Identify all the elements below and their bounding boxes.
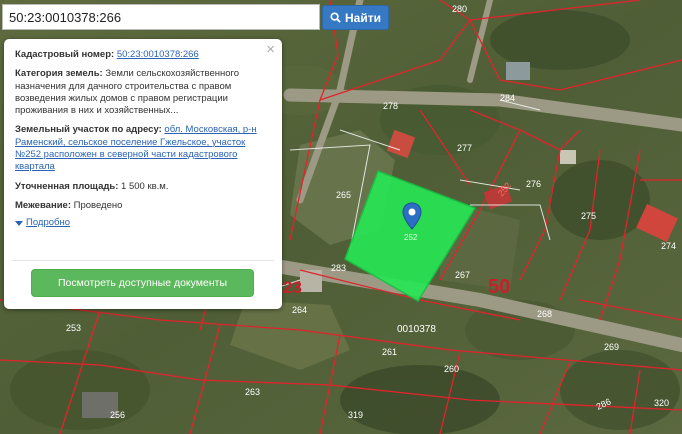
parcel-number: 267 [455, 270, 470, 280]
search-box[interactable] [2, 4, 320, 30]
area-value: 1 500 кв.м. [121, 180, 169, 192]
parcel-number: 320 [654, 398, 669, 408]
parcel-label-on-highlight: 252 [404, 233, 418, 242]
parcel-number: 284 [500, 93, 515, 103]
parcel-number: 319 [348, 410, 363, 420]
details-link[interactable]: Подробно [26, 217, 70, 229]
parcel-number: 274 [661, 241, 676, 251]
parcel-number: 265 [336, 190, 351, 200]
parcel-number: 261 [382, 347, 397, 357]
parcel-number: 280 [452, 4, 467, 14]
close-icon[interactable]: × [266, 42, 275, 58]
search-button-label: Найти [345, 10, 381, 25]
parcel-number: 283 [331, 263, 346, 273]
cadastral-quarter-label: 0010378 [397, 324, 436, 335]
caret-down-icon [15, 220, 23, 226]
zone-number-label: 50 [488, 276, 510, 298]
details-toggle[interactable]: Подробно [15, 217, 272, 229]
parcel-number: 277 [457, 143, 472, 153]
divider [12, 260, 274, 261]
parcel-number: 268 [537, 309, 552, 319]
land-category-row: Категория земель: Земли сельскохозяйстве… [15, 68, 272, 117]
zone-number-label-left: 23 [283, 278, 302, 297]
area-label: Уточненная площадь: [15, 180, 119, 192]
parcel-info-popup: × Кадастровый номер: 50:23:0010378:266 К… [4, 39, 282, 309]
cadastral-number-label: Кадастровый номер: [15, 49, 115, 60]
search-input[interactable] [3, 5, 319, 29]
address-row: Земельный участок по адресу: обл. Москов… [15, 124, 272, 173]
parcel-number: 278 [383, 101, 398, 111]
address-label: Земельный участок по адресу: [15, 124, 162, 136]
parcel-number: 269 [604, 342, 619, 352]
search-button[interactable]: Найти [322, 5, 389, 30]
parcel-number: 253 [66, 323, 81, 333]
parcel-number: 256 [110, 410, 125, 420]
view-documents-button[interactable]: Посмотреть доступные документы [31, 269, 254, 297]
parcel-number: 275 [581, 211, 596, 221]
land-category-label: Категория земель: [15, 68, 103, 80]
cadastral-number-link[interactable]: 50:23:0010378:266 [117, 49, 199, 60]
survey-label: Межевание: [15, 199, 71, 211]
search-icon [330, 12, 341, 23]
map-pin-icon[interactable] [402, 202, 422, 230]
area-row: Уточненная площадь: 1 500 кв.м. [15, 181, 272, 193]
parcel-number: 263 [245, 387, 260, 397]
parcel-number: 264 [292, 305, 307, 315]
survey-row: Межевание: Проведено [15, 200, 272, 212]
cadastral-number-row: Кадастровый номер: 50:23:0010378:266 [15, 49, 272, 61]
parcel-number: 260 [444, 364, 459, 374]
survey-value: Проведено [73, 199, 123, 211]
parcel-number: 276 [526, 179, 541, 189]
